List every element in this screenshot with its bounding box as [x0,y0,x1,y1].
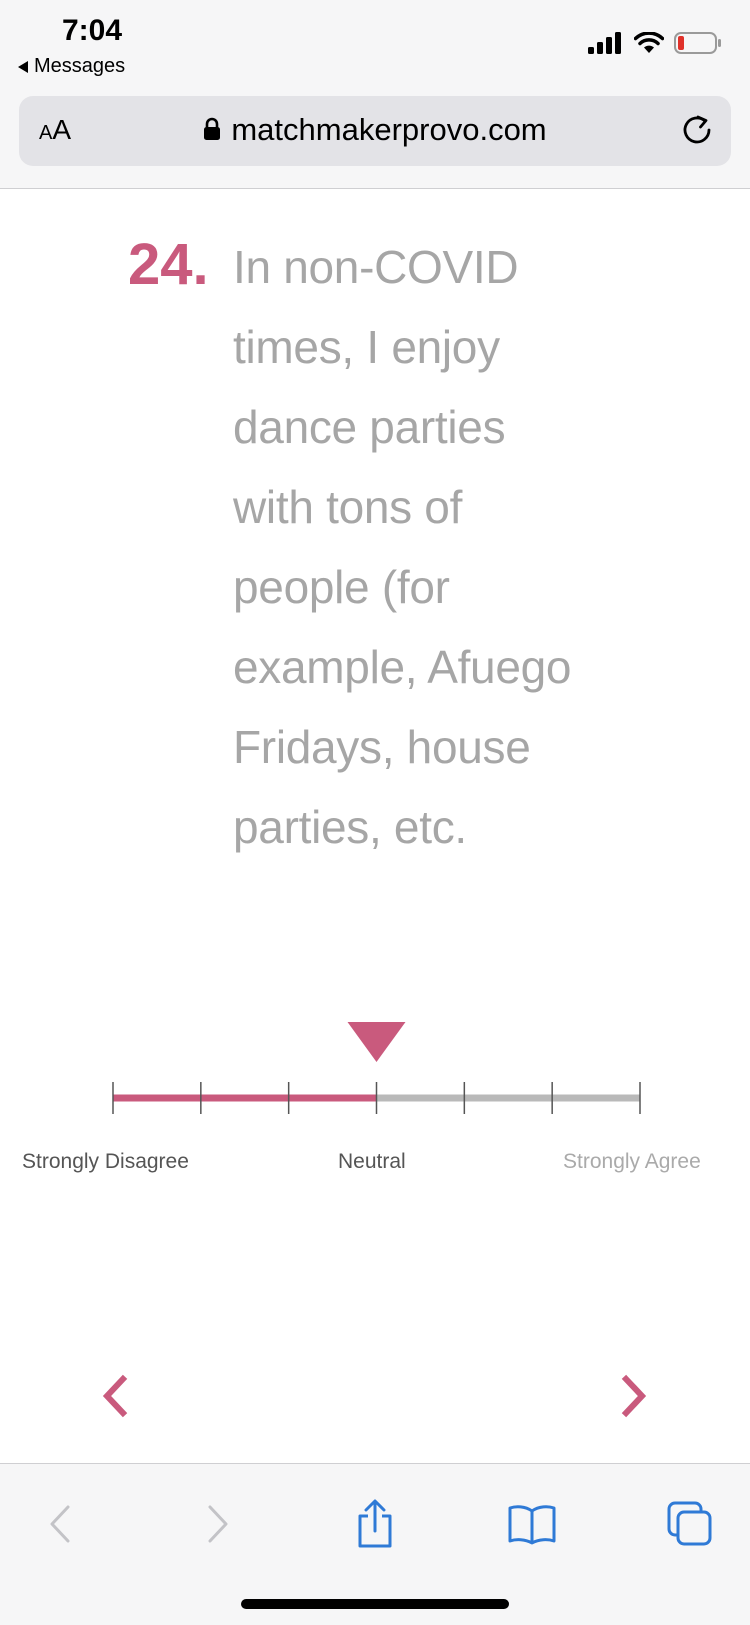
battery-icon [674,32,721,54]
status-icons [588,32,722,54]
agreement-scale[interactable]: Strongly Disagree Neutral Strongly Agree [0,1000,750,1200]
question-line: In non-COVID [233,241,519,293]
lock-icon [204,117,221,140]
scale-slider[interactable] [0,1000,750,1140]
question-number: 24. [128,232,209,297]
url-display[interactable]: matchmakerprovo.com [19,112,731,148]
tabs-icon [667,1501,712,1546]
question-text: In non-COVID times, I enjoy dance partie… [233,227,633,867]
question-line: people (for [233,561,450,613]
scale-selected-marker[interactable] [347,1022,406,1062]
scale-label-right: Strongly Agree [563,1150,701,1173]
chevron-right-icon[interactable] [614,1373,654,1419]
question-line: dance parties [233,401,506,453]
tabs-button[interactable] [660,1494,720,1554]
question-line: example, Afuego [233,641,572,693]
signal-icon [588,32,621,54]
back-icon [50,1505,70,1543]
bookmarks-icon [508,1505,556,1545]
address-bar[interactable]: AA matchmakerprovo.com [19,96,731,166]
chevron-left-icon[interactable] [95,1373,135,1419]
scale-label-left: Strongly Disagree [22,1150,189,1173]
forward-button[interactable] [188,1494,248,1554]
question-line: with tons of [233,481,463,533]
status-time: 7:04 [62,14,123,47]
question-line: parties, etc. [233,801,467,853]
url-text: matchmakerprovo.com [231,112,547,147]
home-indicator [241,1599,509,1609]
bookmarks-button[interactable] [502,1494,562,1554]
question-line: Fridays, house [233,721,531,773]
share-icon [358,1499,392,1548]
reload-icon[interactable] [679,112,715,148]
back-app-label: Messages [34,55,126,77]
back-triangle-icon [18,60,28,73]
browser-address-area: AA matchmakerprovo.com [0,92,750,189]
question-line: times, I enjoy [233,321,500,373]
browser-toolbar [0,1463,750,1625]
back-to-messages-link[interactable]: Messages [18,55,125,78]
wifi-icon [634,32,664,53]
status-bar: 7:04 Messages [0,0,750,92]
forward-icon [208,1505,228,1543]
share-button[interactable] [345,1494,405,1554]
back-button[interactable] [30,1494,90,1554]
scale-label-mid: Neutral [338,1150,406,1173]
